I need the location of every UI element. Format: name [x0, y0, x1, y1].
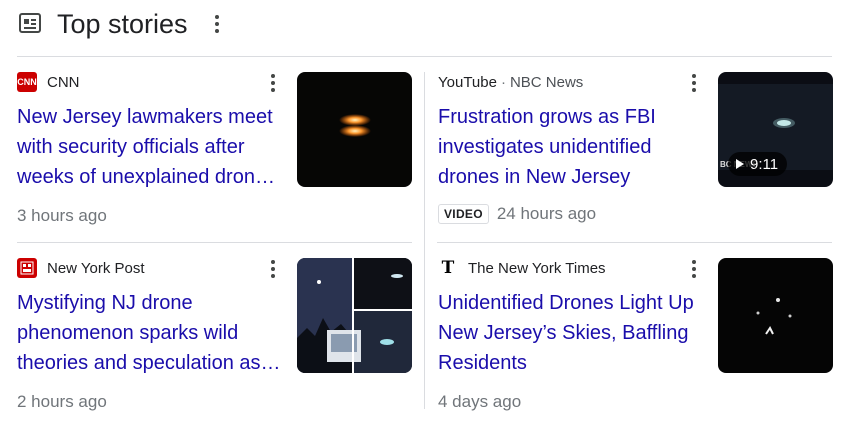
- cnn-logo-icon: CNN: [17, 72, 37, 92]
- header-divider: [17, 56, 832, 57]
- source-channel: NBC News: [509, 73, 584, 91]
- newspaper-icon: [19, 13, 41, 33]
- story-card[interactable]: T The New York Times Unidentified Drones…: [438, 258, 838, 428]
- story-source: New York Post: [17, 258, 145, 278]
- story-time: 3 hours ago: [17, 206, 107, 225]
- story-source: CNN CNN: [17, 72, 80, 92]
- more-options-icon[interactable]: [271, 74, 275, 92]
- column-divider: [424, 72, 425, 409]
- more-options-icon[interactable]: [271, 260, 275, 278]
- source-name: CNN: [47, 73, 80, 91]
- story-headline[interactable]: New Jersey lawmakers meet with security …: [17, 102, 285, 192]
- video-badge: VIDEO: [438, 204, 489, 224]
- story-time: 24 hours ago: [496, 204, 597, 223]
- source-name: YouTube: [438, 73, 497, 91]
- story-source: T The New York Times: [438, 258, 606, 278]
- story-headline[interactable]: Frustration grows as FBI investigates un…: [438, 102, 706, 192]
- row-divider: [437, 242, 832, 243]
- more-options-icon[interactable]: [215, 15, 219, 33]
- more-options-icon[interactable]: [692, 260, 696, 278]
- video-thumbnail[interactable]: BC NEWS 9:11: [718, 72, 833, 187]
- story-thumbnail[interactable]: [297, 72, 412, 187]
- more-options-icon[interactable]: [692, 74, 696, 92]
- story-time: 2 hours ago: [17, 392, 107, 411]
- story-meta: VIDEO 24 hours ago: [438, 204, 596, 224]
- row-divider: [17, 242, 412, 243]
- play-icon: [736, 159, 744, 169]
- story-thumbnail[interactable]: [297, 258, 412, 373]
- section-title: Top stories: [57, 9, 188, 39]
- story-card[interactable]: YouTube · NBC News Frustration grows as …: [438, 72, 838, 242]
- source-name: New York Post: [47, 259, 145, 277]
- source-name: The New York Times: [468, 259, 606, 277]
- story-source: YouTube · NBC News: [438, 73, 584, 91]
- top-stories-header: Top stories: [0, 0, 858, 56]
- nyt-logo-icon: T: [441, 258, 455, 278]
- video-duration: 9:11: [728, 152, 788, 176]
- story-headline[interactable]: Unidentified Drones Light Up New Jersey’…: [438, 288, 706, 378]
- story-headline[interactable]: Mystifying NJ drone phenomenon sparks wi…: [17, 288, 285, 378]
- story-time: 4 days ago: [438, 392, 522, 411]
- story-thumbnail[interactable]: [718, 258, 833, 373]
- story-card[interactable]: CNN CNN New Jersey lawmakers meet with s…: [17, 72, 417, 242]
- new-york-post-logo-icon: [17, 258, 37, 278]
- story-card[interactable]: New York Post Mystifying NJ drone phenom…: [17, 258, 417, 428]
